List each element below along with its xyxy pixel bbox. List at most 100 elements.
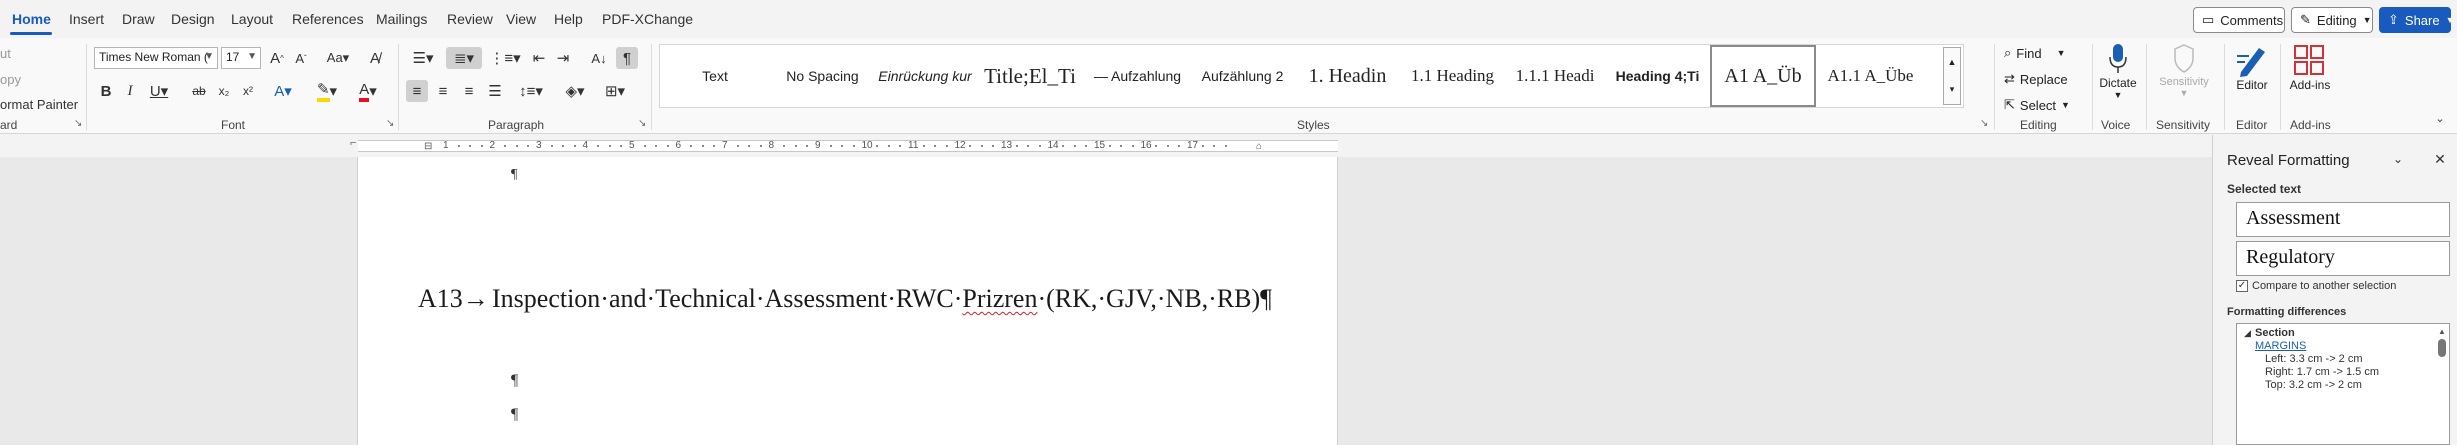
superscript-icon[interactable]: x²: [238, 80, 258, 102]
style-text[interactable]: Text: [660, 45, 770, 107]
style-heading-4[interactable]: Heading 4;Ti: [1605, 45, 1710, 107]
style-aufzahlung[interactable]: — Aufzahlung: [1085, 45, 1190, 107]
selection-2-box[interactable]: Regulatory: [2236, 241, 2450, 276]
strikethrough-icon[interactable]: ab: [188, 80, 210, 102]
comments-button[interactable]: ▭ Comments: [2193, 7, 2285, 33]
shading-icon[interactable]: ◈▾: [558, 80, 592, 102]
tab-help[interactable]: Help: [554, 11, 583, 27]
menu-bar: Home Insert Draw Design Layout Reference…: [0, 0, 2457, 38]
style-heading-3[interactable]: 1.1.1 Headi: [1505, 45, 1605, 107]
collapse-triangle-icon[interactable]: ◢: [2244, 328, 2251, 339]
diff-left: Left: 3.3 cm -> 2 cm: [2265, 353, 2363, 365]
select-button[interactable]: ⇱ Select ▼: [2004, 94, 2070, 116]
scrollbar-thumb[interactable]: [2438, 339, 2446, 357]
bold-icon[interactable]: B: [96, 80, 116, 102]
chevron-up-icon[interactable]: ▲: [2438, 327, 2446, 336]
bullets-icon[interactable]: ☰▾: [406, 47, 440, 69]
tab-pdf-xchange[interactable]: PDF-XChange: [602, 11, 693, 27]
add-ins-button[interactable]: Add-ins: [2286, 42, 2334, 116]
ruler-tick: [899, 145, 902, 147]
borders-icon[interactable]: ⊞▾: [598, 80, 632, 102]
copy-button[interactable]: opy: [0, 72, 21, 87]
misspelled-word[interactable]: Prizren: [962, 284, 1037, 313]
replace-button[interactable]: ⇄ Replace: [2004, 68, 2068, 90]
sensitivity-button[interactable]: Sensitivity ▼: [2152, 42, 2216, 116]
collapse-ribbon-icon[interactable]: ⌄: [2432, 110, 2448, 126]
font-launcher-icon[interactable]: ↘: [386, 119, 396, 129]
cut-button[interactable]: ut: [0, 46, 11, 61]
text-effects-icon[interactable]: A▾: [268, 80, 298, 102]
checkmark-icon[interactable]: ✓: [2236, 280, 2248, 292]
align-left-icon[interactable]: ≡: [406, 80, 428, 102]
font-size-combo[interactable]: 17 ▼: [221, 47, 261, 69]
tab-layout[interactable]: Layout: [231, 11, 273, 27]
justify-icon[interactable]: ☰: [484, 80, 506, 102]
style-a1-1[interactable]: A1.1 A_Übe: [1818, 45, 1923, 107]
align-center-icon[interactable]: ≡: [432, 80, 454, 102]
subscript-icon[interactable]: x₂: [214, 80, 234, 102]
tab-design[interactable]: Design: [171, 11, 215, 27]
paragraph-launcher-icon[interactable]: ↘: [638, 119, 648, 129]
align-right-icon[interactable]: ≡: [458, 80, 480, 102]
style-heading-2[interactable]: 1.1 Heading: [1400, 45, 1505, 107]
style-a1-selected[interactable]: A1 A_Üb: [1710, 45, 1816, 107]
left-indent-marker[interactable]: ⊟: [424, 141, 432, 152]
sort-icon[interactable]: A↓: [588, 47, 610, 69]
ruler-track[interactable]: 1 2 3 4 5 6 7 8 9 10 11 12 13 14 15 16 17: [358, 140, 1338, 152]
dictate-button[interactable]: Dictate ▼: [2098, 42, 2138, 116]
style-aufzaehlung-2[interactable]: Aufzählung 2: [1190, 45, 1295, 107]
format-painter-button[interactable]: ormat Painter: [0, 97, 78, 112]
tab-view[interactable]: View: [506, 11, 536, 27]
editing-mode-button[interactable]: ✎ Editing ▼: [2291, 7, 2373, 33]
clipboard-launcher-icon[interactable]: ↘: [74, 119, 84, 129]
tab-insert[interactable]: Insert: [69, 11, 104, 27]
selection-1-box[interactable]: Assessment: [2236, 202, 2450, 237]
style-no-spacing[interactable]: No Spacing: [770, 45, 875, 107]
style-heading-1[interactable]: 1. Headin: [1295, 45, 1400, 107]
ruler-tick: [992, 145, 995, 147]
margins-link[interactable]: MARGINS: [2255, 340, 2306, 352]
chevron-up-icon[interactable]: ▲: [1948, 57, 1957, 67]
ruler-tick: [457, 145, 460, 147]
ruler-tick: [841, 145, 844, 147]
italic-icon[interactable]: I: [120, 80, 140, 102]
share-button[interactable]: ⇪ Share ▼: [2379, 7, 2455, 33]
tab-review[interactable]: Review: [447, 11, 493, 27]
multilevel-list-icon[interactable]: ⋮≡▾: [488, 47, 522, 69]
tab-home[interactable]: Home: [12, 11, 51, 27]
editor-button[interactable]: Editor: [2230, 42, 2274, 116]
styles-launcher-icon[interactable]: ↘: [1980, 119, 1990, 129]
underline-icon[interactable]: U▾: [145, 80, 173, 102]
style-title[interactable]: Title;El_Ti: [975, 45, 1085, 107]
highlight-icon[interactable]: ✎ ▾: [310, 80, 344, 102]
diff-scrollbar[interactable]: ▲: [2437, 327, 2447, 443]
formatting-differences-box[interactable]: ◢ Section MARGINS Left: 3.3 cm -> 2 cm R…: [2236, 323, 2450, 445]
find-button[interactable]: ⌕ Find ▼: [2004, 42, 2066, 64]
ruler-tick: [945, 145, 948, 147]
tab-draw[interactable]: Draw: [122, 11, 155, 27]
more-styles-icon[interactable]: ▾: [1950, 84, 1955, 95]
style-einrueckung[interactable]: Einrückung kur: [875, 45, 975, 107]
increase-indent-icon[interactable]: ⇥: [552, 47, 574, 69]
pane-options-chevron-icon[interactable]: ⌄: [2389, 150, 2407, 168]
close-icon[interactable]: ✕: [2431, 150, 2449, 168]
grow-font-icon[interactable]: A ^: [266, 47, 288, 69]
ruler-tick: [562, 145, 565, 147]
right-indent-marker[interactable]: ⌂: [1256, 141, 1262, 152]
tab-references[interactable]: References: [292, 11, 364, 27]
font-color-icon[interactable]: A ▾: [352, 80, 384, 102]
clear-formatting-icon[interactable]: A̸: [364, 47, 386, 69]
numbering-icon[interactable]: ≣▾: [446, 47, 482, 69]
tab-mailings[interactable]: Mailings: [376, 11, 427, 27]
line-spacing-icon[interactable]: ↕≡▾: [514, 80, 548, 102]
compare-checkbox[interactable]: ✓ Compare to another selection: [2236, 280, 2396, 292]
document-page[interactable]: ¶ A13→ Inspection·and·Technical·Assessme…: [357, 157, 1338, 445]
change-case-icon[interactable]: Aa▾: [322, 47, 354, 69]
shrink-font-icon[interactable]: Aˇ: [290, 47, 312, 69]
show-formatting-marks-icon[interactable]: ¶: [616, 47, 638, 69]
ribbon: ut opy ormat Painter ard ↘ Times New Rom…: [0, 38, 2457, 134]
gallery-scroll-control[interactable]: ▲ ▾: [1943, 47, 1961, 105]
decrease-indent-icon[interactable]: ⇤: [528, 47, 550, 69]
font-family-combo[interactable]: Times New Roman (▼: [94, 47, 218, 69]
tab-stop-selector-icon[interactable]: ⌐: [350, 137, 356, 149]
